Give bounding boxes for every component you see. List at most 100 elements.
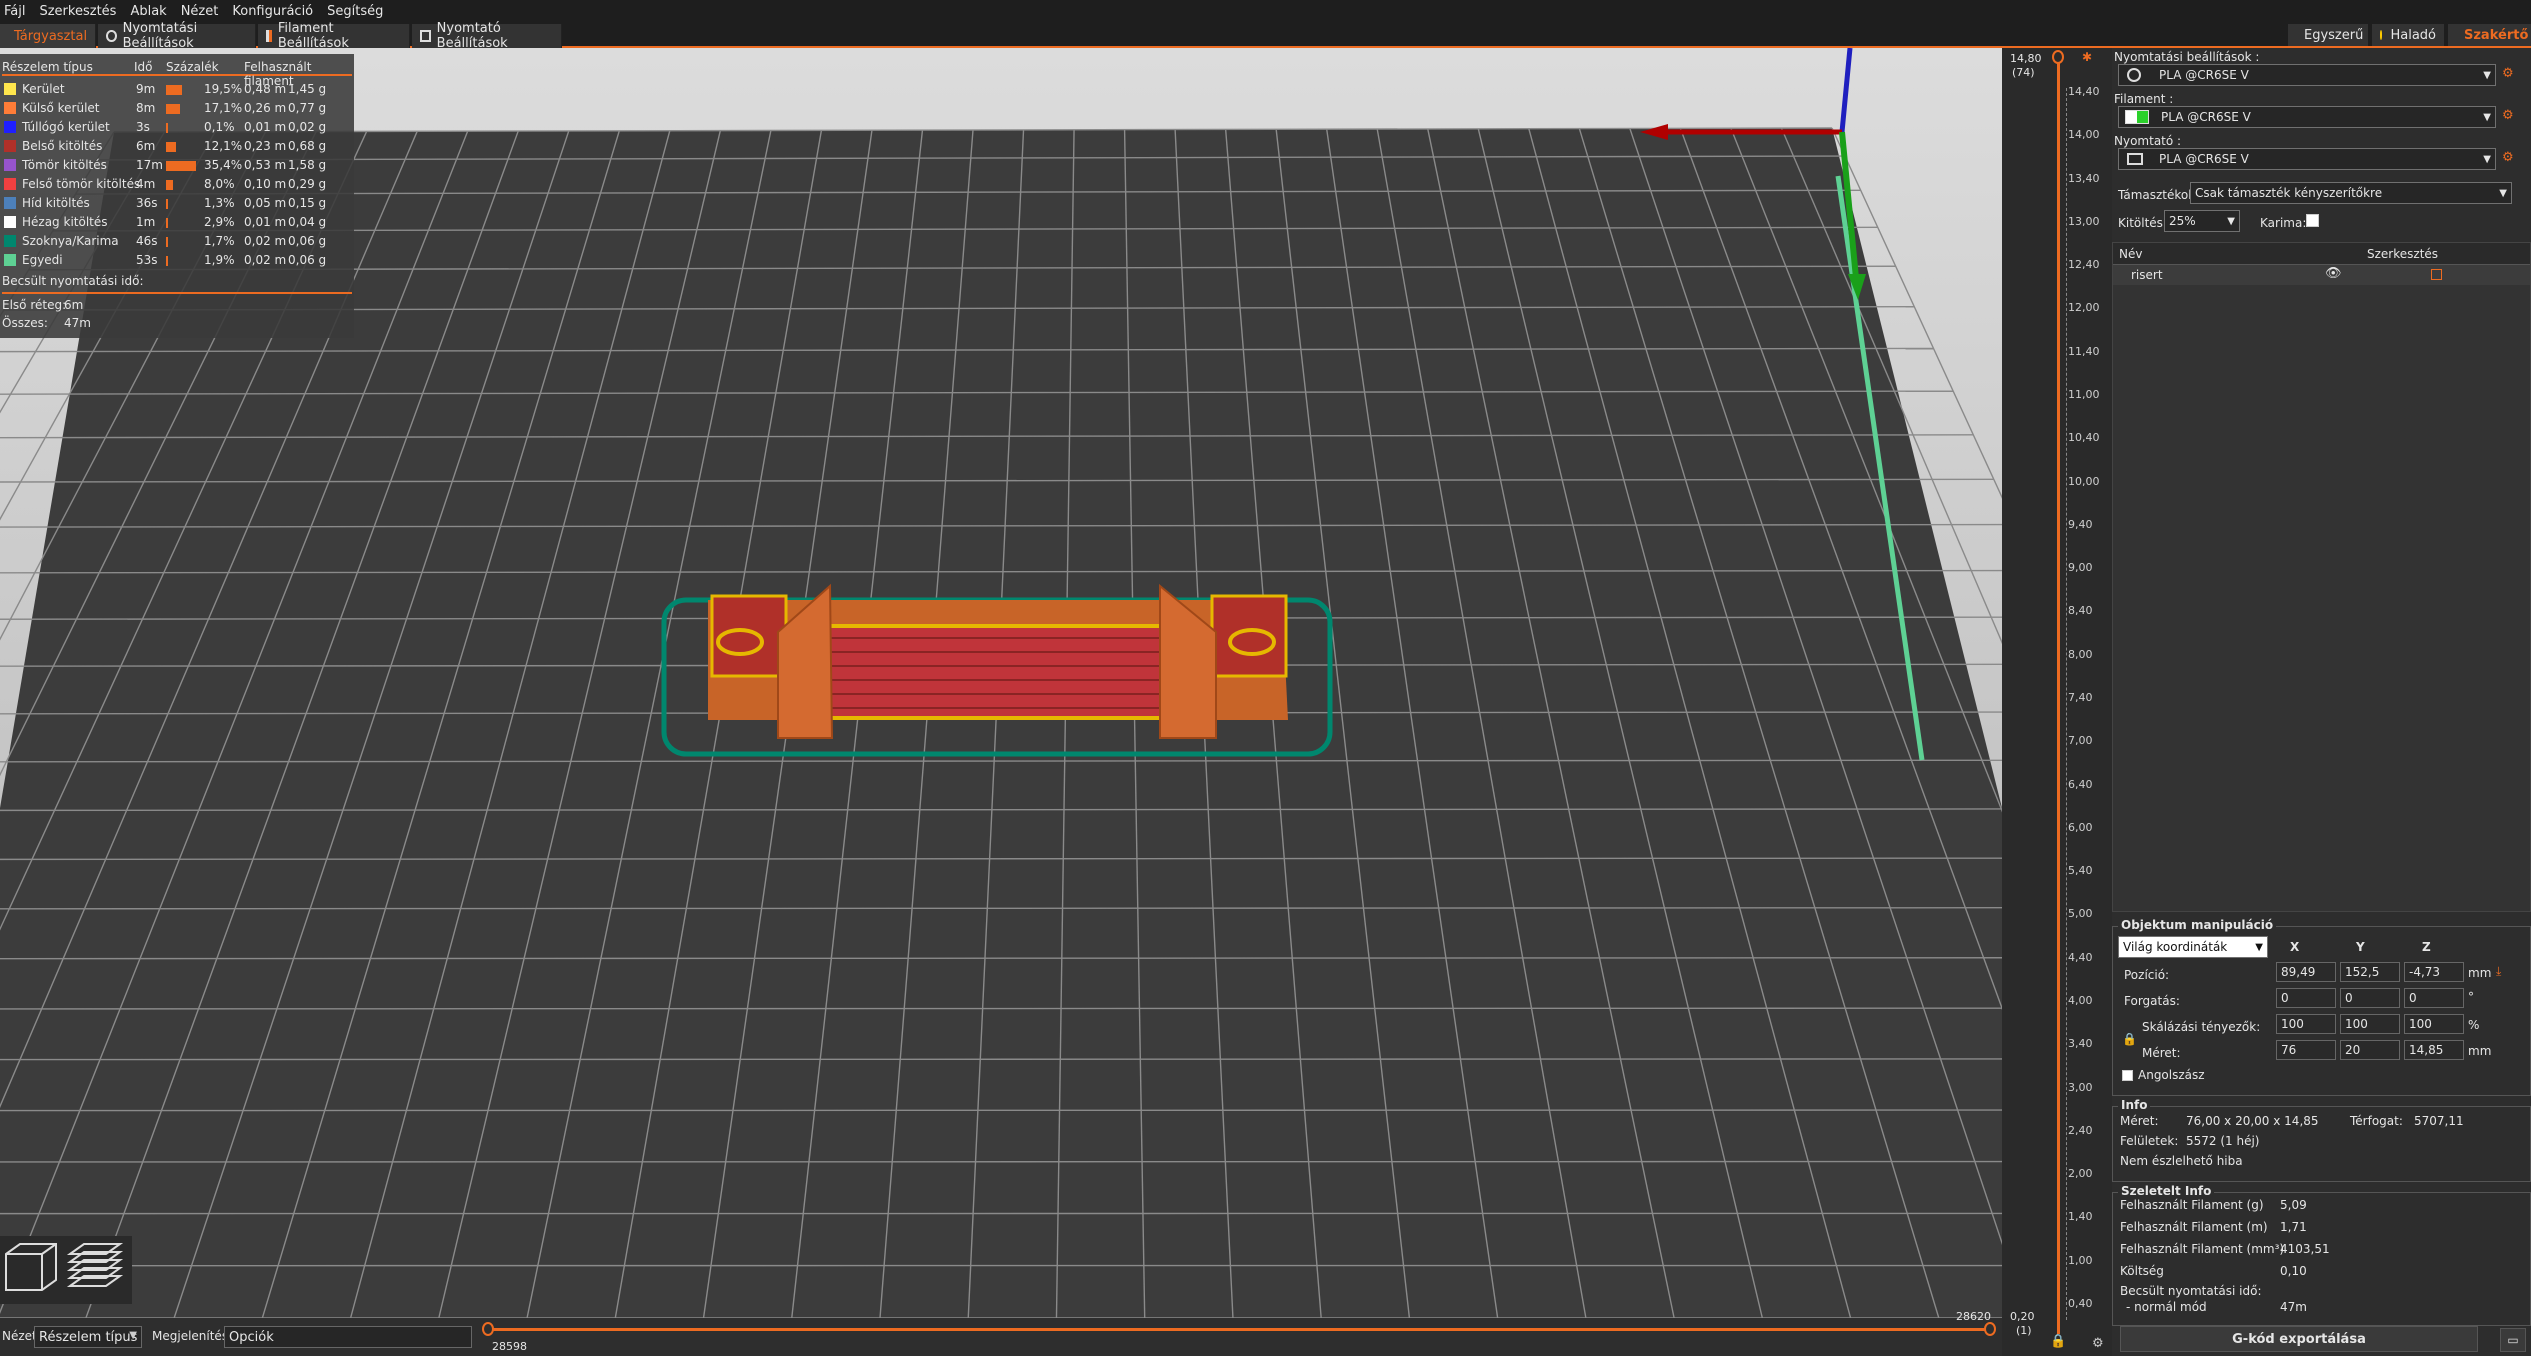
position-y-input[interactable]: 152,5 <box>2340 962 2400 982</box>
object-row[interactable]: risert 👁 <box>2113 265 2530 285</box>
view-type-select[interactable]: Részelem típus ▼ <box>34 1326 142 1348</box>
legend-row[interactable]: Híd kitöltés 36s 1,3% 0,05 m 0,15 g <box>0 194 354 213</box>
legend-meters: 0,53 m <box>244 158 287 172</box>
legend-header-time: Idő <box>134 60 153 74</box>
menu-help[interactable]: Segítség <box>327 4 383 19</box>
legend-grams: 1,45 g <box>288 82 327 96</box>
cost-label: Költség <box>2120 1264 2164 1278</box>
coordinates-select[interactable]: Világ koordináták ▼ <box>2118 936 2268 958</box>
view-3d-icon[interactable] <box>0 1236 132 1304</box>
printer-value: PLA @CR6SE V <box>2159 152 2249 166</box>
layer-tick-label: 13,40 <box>2068 171 2100 185</box>
layer-slider-track[interactable] <box>2057 62 2060 1334</box>
menu-window[interactable]: Ablak <box>130 4 166 19</box>
mode-advanced[interactable]: Haladó <box>2372 24 2444 46</box>
rotation-label: Forgatás: <box>2124 994 2180 1008</box>
size-z-input[interactable]: 14,85 <box>2404 1040 2464 1060</box>
size-x-input[interactable]: 76 <box>2276 1040 2336 1060</box>
tab-plater[interactable]: Tárgyasztal <box>0 24 96 48</box>
filament-select[interactable]: PLA @CR6SE V ▼ <box>2118 106 2496 128</box>
print-settings-edit-icon[interactable]: ⚙ <box>2502 66 2514 81</box>
infill-select[interactable]: 25% ▼ <box>2164 210 2240 232</box>
used-mm3-label: Felhasznált Filament (mm³) <box>2120 1242 2285 1256</box>
edit-icon[interactable] <box>2431 269 2442 280</box>
filament-edit-icon[interactable]: ⚙ <box>2502 108 2514 123</box>
rotation-x-input[interactable]: 0 <box>2276 988 2336 1008</box>
legend-row[interactable]: Külső kerület 8m 17,1% 0,26 m 0,77 g <box>0 99 354 118</box>
settings-icon[interactable]: ⚙ <box>2092 1336 2104 1351</box>
legend-row[interactable]: Tömör kitöltés 17m 35,4% 0,53 m 1,58 g <box>0 156 354 175</box>
drop-to-bed-icon[interactable]: ⤓ <box>2496 964 2501 979</box>
legend-grams: 0,04 g <box>288 215 327 229</box>
gear-icon <box>106 30 117 42</box>
legend-row[interactable]: Szoknya/Karima 46s 1,7% 0,02 m 0,06 g <box>0 232 354 251</box>
legend-row[interactable]: Belső kitöltés 6m 12,1% 0,23 m 0,68 g <box>0 137 354 156</box>
z-axis-arrow <box>1839 48 1853 133</box>
legend-swatch <box>4 178 16 190</box>
tab-printer-settings-label: Nyomtató Beállítások <box>436 21 508 51</box>
lock-icon[interactable]: 🔒 <box>2050 1334 2066 1349</box>
legend-name: Szoknya/Karima <box>22 234 119 248</box>
layer-slider[interactable]: 14,80 (74) ✱ 14,40 14,00 13,40 13,00 12,40 12… <box>2002 48 2112 1356</box>
layer-tick-label: 4,40 <box>2068 950 2093 964</box>
layer-top-index: (74) <box>2012 66 2035 79</box>
legend-row[interactable]: Hézag kitöltés 1m 2,9% 0,01 m 0,04 g <box>0 213 354 232</box>
scale-y-input[interactable]: 100 <box>2340 1014 2400 1034</box>
legend-row[interactable]: Kerület 9m 19,5% 0,48 m 1,45 g <box>0 80 354 99</box>
export-gcode-button[interactable]: G-kód exportálása <box>2120 1326 2478 1352</box>
legend-name: Híd kitöltés <box>22 196 90 210</box>
menu-file[interactable]: Fájl <box>4 4 25 19</box>
print-settings-select[interactable]: PLA @CR6SE V ▼ <box>2118 64 2496 86</box>
legend-name: Túllógó kerület <box>22 120 110 134</box>
legend-time: 6m <box>136 139 156 153</box>
inches-checkbox[interactable] <box>2122 1070 2133 1081</box>
mode-expert[interactable]: Szakértő <box>2448 24 2531 46</box>
brim-checkbox[interactable] <box>2306 214 2319 227</box>
tab-print-settings[interactable]: Nyomtatási Beállítások <box>98 21 256 51</box>
normal-mode-value: 47m <box>2280 1300 2307 1314</box>
scale-x-input[interactable]: 100 <box>2276 1014 2336 1034</box>
rotation-y-input[interactable]: 0 <box>2340 988 2400 1008</box>
legend-time: 8m <box>136 101 156 115</box>
legend-grams: 0,77 g <box>288 101 327 115</box>
legend-row[interactable]: Felső tömör kitöltés 4m 8,0% 0,10 m 0,29 g <box>0 175 354 194</box>
menu-edit[interactable]: Szerkesztés <box>39 4 116 19</box>
horizontal-slider-right-value: 28620 <box>1956 1310 1991 1323</box>
legend-percent: 0,1% <box>204 120 235 134</box>
menu-view[interactable]: Nézet <box>181 4 219 19</box>
menu-bar: Fájl Szerkesztés Ablak Nézet Konfiguráci… <box>0 0 2531 22</box>
layer-tick-label: 3,40 <box>2068 1037 2093 1051</box>
mode-simple[interactable]: Egyszerű <box>2288 24 2368 46</box>
horizontal-slider-right-thumb[interactable] <box>1984 1322 1996 1336</box>
horizontal-slider-left-thumb[interactable] <box>482 1322 494 1336</box>
sliced-info-title: Szeletelt Info <box>2118 1184 2215 1198</box>
cog-top-icon[interactable]: ✱ <box>2082 50 2092 64</box>
legend-row[interactable]: Egyedi 53s 1,9% 0,02 m 0,06 g <box>0 251 354 270</box>
infill-label: Kitöltés: <box>2118 216 2167 230</box>
position-x-input[interactable]: 89,49 <box>2276 962 2336 982</box>
printer-edit-icon[interactable]: ⚙ <box>2502 150 2514 165</box>
position-label: Pozíció: <box>2124 968 2170 982</box>
eye-icon[interactable]: 👁 <box>2325 266 2342 281</box>
lock-scale-icon[interactable]: 🔒 <box>2122 1032 2137 1046</box>
tab-printer-settings[interactable]: Nyomtató Beállítások <box>412 21 562 51</box>
supports-select[interactable]: Csak támaszték kényszerítőkre ▼ <box>2190 182 2512 204</box>
legend-meters: 0,02 m <box>244 234 287 248</box>
legend-row[interactable]: Túllógó kerület 3s 0,1% 0,01 m 0,02 g <box>0 118 354 137</box>
printer-select[interactable]: PLA @CR6SE V ▼ <box>2118 148 2496 170</box>
legend-time: 4m <box>136 177 156 191</box>
menu-configuration[interactable]: Konfiguráció <box>232 4 313 19</box>
tab-filament-settings[interactable]: Filament Beállítások <box>258 21 410 51</box>
scale-z-input[interactable]: 100 <box>2404 1014 2464 1034</box>
chevron-down-icon: ▼ <box>2483 111 2491 123</box>
size-y-input[interactable]: 20 <box>2340 1040 2400 1060</box>
view-type-label: Nézet <box>2 1329 37 1343</box>
options-select[interactable]: Opciók <box>224 1326 472 1348</box>
send-to-printer-icon[interactable]: ▭ <box>2500 1328 2526 1352</box>
layer-tick-label: 5,40 <box>2068 864 2093 878</box>
horizontal-slider-track[interactable] <box>488 1328 1994 1331</box>
position-z-input[interactable]: -4,73 <box>2404 962 2464 982</box>
rotation-z-input[interactable]: 0 <box>2404 988 2464 1008</box>
axis-x-label: X <box>2290 940 2300 954</box>
scale-unit: % <box>2468 1018 2480 1032</box>
